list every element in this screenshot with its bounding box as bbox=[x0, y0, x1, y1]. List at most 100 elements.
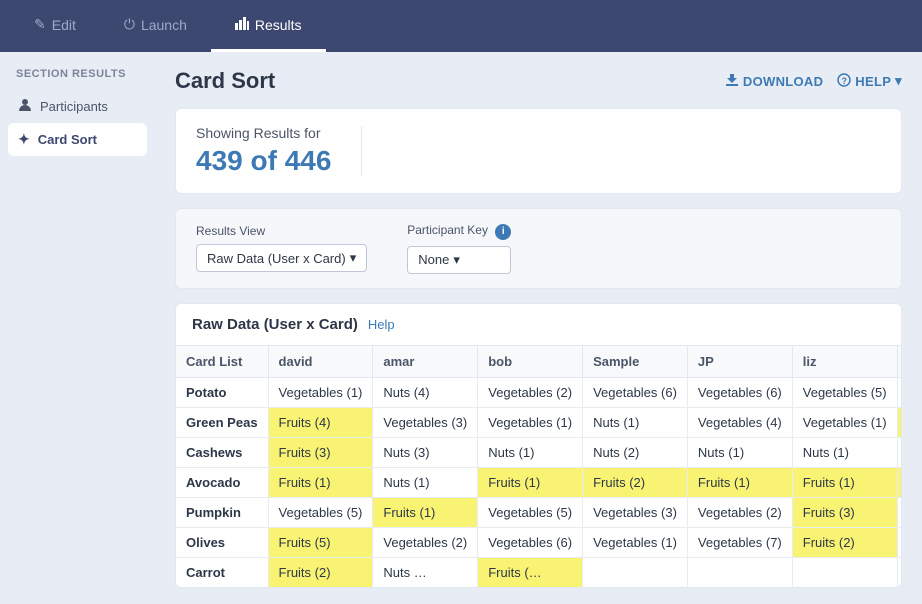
table-cell: Fr… bbox=[897, 467, 901, 497]
col-header-card-list: Card List bbox=[176, 346, 268, 378]
data-table: Card List david amar bob Sample JP liz M bbox=[176, 346, 901, 587]
table-cell: Fr… bbox=[897, 407, 901, 437]
table-cell: Vegetables (6) bbox=[687, 377, 792, 407]
page-title: Card Sort bbox=[175, 68, 275, 94]
page-header: Card Sort DOWNLOAD ? bbox=[175, 68, 902, 94]
table-cell: Fruits (3) bbox=[792, 497, 897, 527]
col-header-sample: Sample bbox=[583, 346, 688, 378]
table-cell: Vegetables (2) bbox=[373, 527, 478, 557]
participant-key-control: Participant Key i None ▾ bbox=[407, 223, 511, 274]
table-cell: Nuts (2) bbox=[583, 437, 688, 467]
chevron-down-icon: ▾ bbox=[453, 252, 460, 268]
participant-key-label: Participant Key i bbox=[407, 223, 511, 240]
table-cell: Vegetables (4) bbox=[687, 407, 792, 437]
table-cell: Fruits (1) bbox=[792, 467, 897, 497]
table-cell bbox=[583, 557, 688, 587]
col-header-bob: bob bbox=[478, 346, 583, 378]
cell-card-name: Green Peas bbox=[176, 407, 268, 437]
table-cell: Nuts … bbox=[373, 557, 478, 587]
table-cell: Vegetables (1) bbox=[583, 527, 688, 557]
table-cell: Fruits (3) bbox=[268, 437, 373, 467]
table-help-link[interactable]: Help bbox=[368, 317, 395, 332]
vertical-divider bbox=[361, 126, 362, 176]
chevron-down-icon: ▾ bbox=[895, 73, 902, 89]
table-cell: Nuts (3) bbox=[373, 437, 478, 467]
info-icon[interactable]: i bbox=[495, 224, 511, 240]
table-row: AvocadoFruits (1)Nuts (1)Fruits (1)Fruit… bbox=[176, 467, 901, 497]
table-cell: Nuts (4) bbox=[373, 377, 478, 407]
power-icon: ⏻ bbox=[124, 16, 135, 33]
table-cell: Fruits (2) bbox=[583, 467, 688, 497]
table-cell: N… bbox=[897, 527, 901, 557]
table-cell: Vegetables (7) bbox=[687, 527, 792, 557]
table-cell: Fruits (5) bbox=[268, 527, 373, 557]
table-row: CarrotFruits (2)Nuts …Fruits (… bbox=[176, 557, 901, 587]
edit-icon: ✎ bbox=[34, 16, 46, 33]
table-cell: Vegetables (3) bbox=[373, 407, 478, 437]
col-header-jp: JP bbox=[687, 346, 792, 378]
tab-results[interactable]: Results bbox=[211, 0, 326, 52]
results-view-control: Results View Raw Data (User x Card) ▾ bbox=[196, 224, 367, 272]
table-cell: Fruits (2) bbox=[268, 557, 373, 587]
table-cell: Fruits (1) bbox=[687, 467, 792, 497]
table-cell: Nuts (1) bbox=[583, 407, 688, 437]
table-cell: Fruits (1) bbox=[268, 467, 373, 497]
table-row: Green PeasFruits (4)Vegetables (3)Vegeta… bbox=[176, 407, 901, 437]
table-cell: Fruits (1) bbox=[373, 497, 478, 527]
sidebar-item-participants[interactable]: Participants bbox=[8, 90, 147, 123]
table-cell: Fruits (… bbox=[478, 557, 583, 587]
bar-chart-icon bbox=[235, 16, 249, 33]
help-button[interactable]: ? HELP ▾ bbox=[837, 73, 902, 90]
results-label: Showing Results for bbox=[196, 125, 331, 141]
table-row: PumpkinVegetables (5)Fruits (1)Vegetable… bbox=[176, 497, 901, 527]
table-body: PotatoVegetables (1)Nuts (4)Vegetables (… bbox=[176, 377, 901, 587]
table-cell: N… bbox=[897, 497, 901, 527]
participant-key-select[interactable]: None ▾ bbox=[407, 246, 511, 274]
table-cell bbox=[687, 557, 792, 587]
download-icon bbox=[725, 73, 739, 90]
col-header-amar: amar bbox=[373, 346, 478, 378]
table-cell: Nuts (1) bbox=[687, 437, 792, 467]
cell-card-name: Avocado bbox=[176, 467, 268, 497]
table-cell: Vegetables (1) bbox=[478, 407, 583, 437]
table-cell: Vegetables (5) bbox=[268, 497, 373, 527]
download-button[interactable]: DOWNLOAD bbox=[725, 73, 823, 90]
table-cell: Vegetables (6) bbox=[478, 527, 583, 557]
table-cell: Fruits (2) bbox=[792, 527, 897, 557]
table-cell: Fruits (4) bbox=[268, 407, 373, 437]
table-cell: Vegetables (3) bbox=[583, 497, 688, 527]
table-header: Card List david amar bob Sample JP liz M bbox=[176, 346, 901, 378]
table-cell: N… bbox=[897, 437, 901, 467]
table-cell: Fruits (1) bbox=[478, 467, 583, 497]
table-cell: Vegetables (1) bbox=[792, 407, 897, 437]
table-cell: Nuts (1) bbox=[792, 437, 897, 467]
tab-launch[interactable]: ⏻ Launch bbox=[100, 0, 211, 52]
table-cell: Vegetables (5) bbox=[478, 497, 583, 527]
table-cell: Vegetables (5) bbox=[792, 377, 897, 407]
person-icon bbox=[18, 98, 32, 115]
table-cell: Vegetables (2) bbox=[687, 497, 792, 527]
table-cell: Vegetables (6) bbox=[583, 377, 688, 407]
results-summary-card: Showing Results for 439 of 446 bbox=[175, 108, 902, 194]
table-cell: Nuts (1) bbox=[478, 437, 583, 467]
table-header-row: Raw Data (User x Card) Help bbox=[176, 304, 901, 346]
table-title: Raw Data (User x Card) bbox=[192, 316, 358, 333]
cell-card-name: Pumpkin bbox=[176, 497, 268, 527]
top-navigation: ✎ Edit ⏻ Launch Results bbox=[0, 0, 922, 52]
table-section: Raw Data (User x Card) Help Card List da… bbox=[175, 303, 902, 588]
chevron-down-icon: ▾ bbox=[350, 250, 357, 266]
results-summary-text: Showing Results for 439 of 446 bbox=[196, 125, 331, 177]
controls-row: Results View Raw Data (User x Card) ▾ Pa… bbox=[175, 208, 902, 289]
tab-edit[interactable]: ✎ Edit bbox=[10, 0, 100, 52]
sidebar-item-card-sort[interactable]: ✦ Card Sort bbox=[8, 123, 147, 156]
card-sort-icon: ✦ bbox=[18, 131, 30, 148]
cell-card-name: Carrot bbox=[176, 557, 268, 587]
results-number: 439 of 446 bbox=[196, 145, 331, 177]
cell-card-name: Cashews bbox=[176, 437, 268, 467]
table-cell: Vegetables (1) bbox=[268, 377, 373, 407]
table-row: PotatoVegetables (1)Nuts (4)Vegetables (… bbox=[176, 377, 901, 407]
table-row: OlivesFruits (5)Vegetables (2)Vegetables… bbox=[176, 527, 901, 557]
results-view-select[interactable]: Raw Data (User x Card) ▾ bbox=[196, 244, 367, 272]
sidebar-section-label: SECTION RESULTS bbox=[8, 68, 147, 90]
cell-card-name: Olives bbox=[176, 527, 268, 557]
